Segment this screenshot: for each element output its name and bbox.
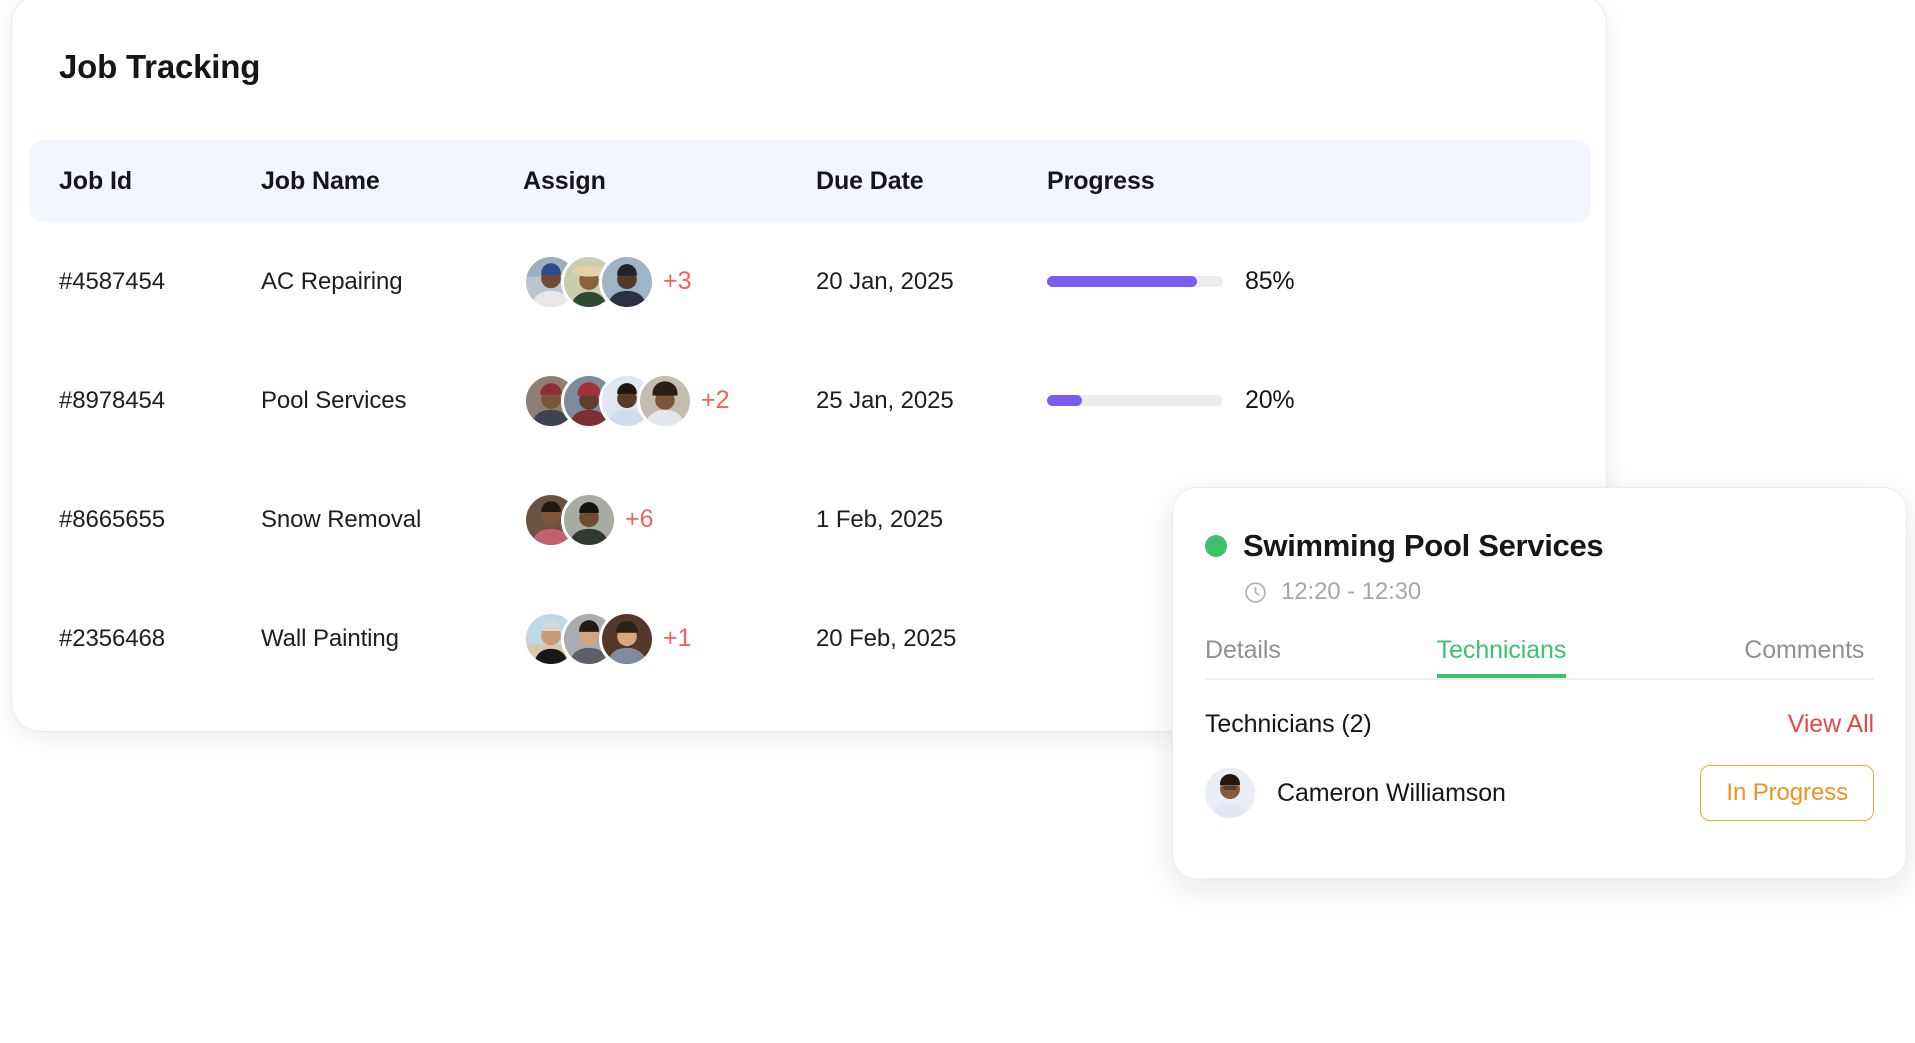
table-row[interactable]: #4587454 AC Repairing +3 20 Jan, 2025 85… (29, 222, 1591, 341)
cell-assign: +3 (523, 222, 823, 341)
column-header-label: Job Name (261, 166, 380, 195)
view-all-link[interactable]: View All (1788, 710, 1874, 739)
progress-bar (1047, 395, 1223, 406)
avatar[interactable] (561, 491, 617, 548)
technician-name: Cameron Williamson (1277, 778, 1506, 807)
column-header-label: Progress (1047, 166, 1155, 195)
tab-comments[interactable]: Comments (1744, 636, 1864, 678)
avatar[interactable] (599, 253, 655, 310)
clock-icon (1243, 580, 1268, 605)
job-detail-popup: Swimming Pool Services 12:20 - 12:30 Det… (1172, 487, 1907, 879)
cell-assign: +2 (523, 341, 823, 460)
assignee-more-count[interactable]: +1 (663, 624, 692, 653)
assignee-more-count[interactable]: +2 (701, 386, 730, 415)
cell-due-date: 25 Jan, 2025 (816, 341, 1046, 460)
progress-label: 20% (1245, 386, 1295, 414)
column-header-label: Due Date (816, 166, 924, 195)
cell-progress: 85% (1047, 222, 1567, 341)
page-title: Job Tracking (59, 48, 261, 85)
cell-due-date: 1 Feb, 2025 (816, 460, 1046, 579)
avatar[interactable] (599, 610, 655, 667)
popup-tabs: Details Technicians Comments (1205, 636, 1874, 680)
cell-job-id: #2356468 (59, 579, 279, 698)
status-dot-icon (1205, 535, 1227, 557)
technicians-header: Technicians (2) View All (1205, 710, 1874, 739)
avatar-group[interactable]: +6 (523, 491, 654, 548)
status-badge[interactable]: In Progress (1700, 765, 1874, 821)
tab-details[interactable]: Details (1205, 636, 1281, 678)
assignee-more-count[interactable]: +6 (625, 505, 654, 534)
job-id-text: #8665655 (59, 505, 165, 533)
cell-job-name: Wall Painting (261, 579, 531, 698)
job-id-text: #8978454 (59, 386, 165, 414)
cell-due-date: 20 Feb, 2025 (816, 579, 1046, 698)
progress-fill (1047, 276, 1197, 287)
avatar[interactable] (637, 372, 693, 429)
avatar-group[interactable]: +3 (523, 253, 692, 310)
popup-header: Swimming Pool Services (1205, 528, 1874, 564)
job-name-text: Pool Services (261, 386, 407, 414)
cell-job-id: #8665655 (59, 460, 279, 579)
assignee-more-count[interactable]: +3 (663, 267, 692, 296)
column-header-job-name: Job Name (261, 140, 531, 222)
table-row[interactable]: #8978454 Pool Services +2 25 Jan, 2025 2… (29, 341, 1591, 460)
progress-wrap: 85% (1047, 267, 1295, 296)
job-name-text: AC Repairing (261, 267, 403, 295)
column-header-assign: Assign (523, 140, 823, 222)
technicians-count-label: Technicians (2) (1205, 710, 1372, 738)
due-date-text: 20 Jan, 2025 (816, 267, 954, 295)
popup-title: Swimming Pool Services (1243, 528, 1604, 563)
cell-assign: +1 (523, 579, 823, 698)
cell-due-date: 20 Jan, 2025 (816, 222, 1046, 341)
cell-progress: 20% (1047, 341, 1567, 460)
column-header-label: Assign (523, 166, 606, 195)
job-name-text: Snow Removal (261, 505, 422, 533)
time-range-text: 12:20 - 12:30 (1281, 578, 1422, 605)
cell-job-id: #4587454 (59, 222, 279, 341)
column-header-progress: Progress (1047, 140, 1567, 222)
cell-job-id: #8978454 (59, 341, 279, 460)
popup-time-row: 12:20 - 12:30 (1243, 578, 1874, 606)
cell-job-name: Snow Removal (261, 460, 531, 579)
avatar-group[interactable]: +2 (523, 372, 730, 429)
job-name-text: Wall Painting (261, 624, 399, 652)
job-id-text: #4587454 (59, 267, 165, 295)
technician-list-item[interactable]: Cameron Williamson In Progress (1205, 765, 1874, 821)
tab-technicians[interactable]: Technicians (1437, 636, 1567, 678)
cell-assign: +6 (523, 460, 823, 579)
table-header-row: Job Id Job Name Assign Due Date Progress (29, 140, 1591, 222)
avatar-group[interactable]: +1 (523, 610, 692, 667)
technician-identity: Cameron Williamson (1205, 768, 1506, 818)
due-date-text: 1 Feb, 2025 (816, 505, 943, 533)
job-id-text: #2356468 (59, 624, 165, 652)
due-date-text: 25 Jan, 2025 (816, 386, 954, 414)
avatar[interactable] (1205, 768, 1255, 818)
column-header-job-id: Job Id (59, 140, 279, 222)
due-date-text: 20 Feb, 2025 (816, 624, 957, 652)
progress-bar (1047, 276, 1223, 287)
column-header-due-date: Due Date (816, 140, 1046, 222)
cell-job-name: Pool Services (261, 341, 531, 460)
progress-wrap: 20% (1047, 386, 1295, 415)
cell-job-name: AC Repairing (261, 222, 531, 341)
progress-fill (1047, 395, 1083, 406)
column-header-label: Job Id (59, 166, 133, 195)
progress-label: 85% (1245, 267, 1295, 295)
screenshot-root: Job Tracking Job Id Job Name Assign Due … (0, 0, 1915, 1043)
